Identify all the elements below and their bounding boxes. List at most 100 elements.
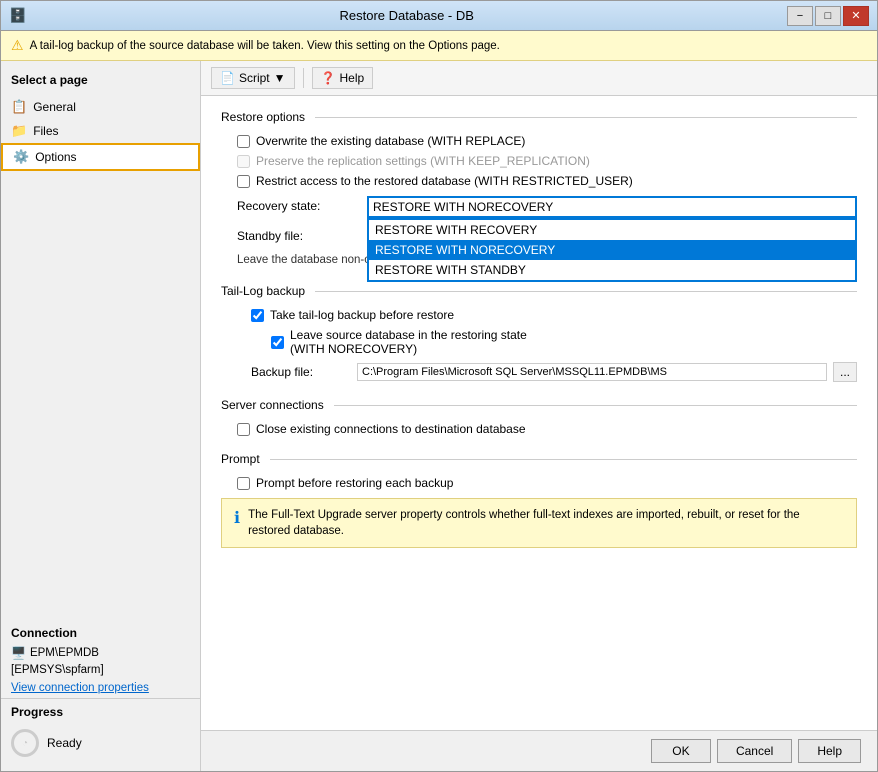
warning-icon: ⚠ bbox=[11, 37, 24, 54]
footer: OK Cancel Help bbox=[201, 730, 877, 771]
toolbar-separator bbox=[303, 68, 304, 88]
prompt-section-header: Prompt bbox=[221, 452, 857, 466]
server-name: EPM\EPMDB bbox=[30, 647, 99, 659]
preserve-option-row: Preserve the replication settings (WITH … bbox=[221, 154, 857, 168]
help-footer-button[interactable]: Help bbox=[798, 739, 861, 763]
maximize-button[interactable]: □ bbox=[815, 6, 841, 26]
recovery-dropdown[interactable]: RESTORE WITH RECOVERY RESTORE WITH NOREC… bbox=[367, 196, 857, 218]
close-connections-row: Close existing connections to destinatio… bbox=[221, 422, 857, 436]
script-label: Script bbox=[239, 71, 270, 85]
prompt-label: Prompt bbox=[221, 452, 270, 466]
warning-bar: ⚠ A tail-log backup of the source databa… bbox=[1, 31, 877, 61]
close-connections-label: Close existing connections to destinatio… bbox=[256, 422, 526, 436]
cancel-button[interactable]: Cancel bbox=[717, 739, 792, 763]
prompt-section: Prompt Prompt before restoring each back… bbox=[221, 452, 857, 548]
restore-options-section: Restore options Overwrite the existing d… bbox=[221, 110, 857, 268]
restrict-checkbox[interactable] bbox=[237, 175, 250, 188]
server-connections-section: Server connections Close existing connec… bbox=[221, 398, 857, 436]
progress-spinner: ◔ bbox=[11, 729, 39, 757]
close-connections-checkbox[interactable] bbox=[237, 423, 250, 436]
prompt-backup-row: Prompt before restoring each backup bbox=[221, 476, 857, 490]
sidebar: Select a page 📋 General 📁 Files ⚙️ Optio… bbox=[1, 61, 201, 771]
recovery-dropdown-wrapper: RESTORE WITH RECOVERY RESTORE WITH NOREC… bbox=[367, 196, 857, 218]
restrict-option-row: Restrict access to the restored database… bbox=[221, 174, 857, 188]
backup-file-input[interactable] bbox=[357, 363, 827, 381]
browse-button[interactable]: ... bbox=[833, 362, 857, 382]
server-icon: 🖥️ bbox=[11, 646, 26, 660]
backup-file-label: Backup file: bbox=[251, 365, 351, 379]
progress-area: ◔ Ready bbox=[1, 723, 200, 763]
help-button[interactable]: ❓ Help bbox=[312, 67, 374, 89]
content-panel: 📄 Script ▼ ❓ Help Restore options bbox=[201, 61, 877, 771]
info-icon: ℹ bbox=[234, 508, 240, 530]
sidebar-nav: 📋 General 📁 Files ⚙️ Options bbox=[1, 95, 200, 171]
prompt-backup-label: Prompt before restoring each backup bbox=[256, 476, 453, 490]
sidebar-files-label: Files bbox=[33, 124, 58, 138]
server-connections-header: Server connections bbox=[221, 398, 857, 412]
close-button[interactable]: ✕ bbox=[843, 6, 869, 26]
overwrite-option-row: Overwrite the existing database (WITH RE… bbox=[221, 134, 857, 148]
taillog-section: Tail-Log backup Take tail-log backup bef… bbox=[221, 284, 857, 382]
backup-file-row: Backup file: ... bbox=[251, 362, 857, 382]
overwrite-label: Overwrite the existing database (WITH RE… bbox=[256, 134, 525, 148]
toolbar: 📄 Script ▼ ❓ Help bbox=[201, 61, 877, 96]
window-controls: − □ ✕ bbox=[787, 6, 869, 26]
sidebar-item-options[interactable]: ⚙️ Options bbox=[1, 143, 200, 171]
sidebar-general-label: General bbox=[33, 100, 76, 114]
connection-user-text: [EPMSYS\spfarm] bbox=[11, 664, 104, 676]
preserve-label: Preserve the replication settings (WITH … bbox=[256, 154, 590, 168]
restore-options-label: Restore options bbox=[221, 110, 315, 124]
window-title: Restore Database - DB bbox=[26, 8, 787, 23]
take-taillog-checkbox[interactable] bbox=[251, 309, 264, 322]
connection-user: [EPMSYS\spfarm] bbox=[1, 662, 200, 678]
ok-button[interactable]: OK bbox=[651, 739, 711, 763]
leave-source-checkbox[interactable] bbox=[271, 336, 284, 349]
restrict-label: Restrict access to the restored database… bbox=[256, 174, 633, 188]
prompt-hr bbox=[270, 459, 857, 460]
restore-options-header: Restore options bbox=[221, 110, 857, 124]
sidebar-item-general[interactable]: 📋 General bbox=[1, 95, 200, 119]
standby-label: Standby file: bbox=[237, 229, 357, 243]
recovery-dropdown-list: RESTORE WITH RECOVERY RESTORE WITH NOREC… bbox=[367, 218, 857, 282]
taillog-hr bbox=[315, 291, 857, 292]
take-backup-row: Take tail-log backup before restore bbox=[221, 308, 857, 322]
info-text: The Full-Text Upgrade server property co… bbox=[248, 507, 844, 539]
restore-options-hr bbox=[315, 117, 857, 118]
sidebar-options-label: Options bbox=[35, 150, 76, 164]
app-icon: 🗄️ bbox=[9, 7, 26, 24]
server-connections-label: Server connections bbox=[221, 398, 334, 412]
help-icon: ❓ bbox=[321, 71, 336, 85]
leave-source-sub: (WITH NORECOVERY) bbox=[290, 342, 417, 356]
dropdown-option-recovery[interactable]: RESTORE WITH RECOVERY bbox=[369, 220, 855, 240]
content-body: Restore options Overwrite the existing d… bbox=[201, 96, 877, 730]
dropdown-option-standby[interactable]: RESTORE WITH STANDBY bbox=[369, 260, 855, 280]
leave-source-row: Leave source database in the restoring s… bbox=[221, 328, 857, 356]
prompt-backup-checkbox[interactable] bbox=[237, 477, 250, 490]
files-icon: 📁 bbox=[11, 123, 27, 139]
main-area: Select a page 📋 General 📁 Files ⚙️ Optio… bbox=[1, 61, 877, 771]
warning-text: A tail-log backup of the source database… bbox=[30, 40, 500, 52]
leave-source-label: Leave source database in the restoring s… bbox=[290, 328, 527, 356]
connection-header: Connection bbox=[1, 620, 200, 644]
progress-header: Progress bbox=[1, 698, 200, 723]
main-window: 🗄️ Restore Database - DB − □ ✕ ⚠ A tail-… bbox=[0, 0, 878, 772]
script-icon: 📄 bbox=[220, 71, 235, 85]
minimize-button[interactable]: − bbox=[787, 6, 813, 26]
sidebar-header: Select a page bbox=[1, 69, 200, 95]
progress-status: Ready bbox=[47, 736, 82, 750]
taillog-label: Tail-Log backup bbox=[221, 284, 315, 298]
general-icon: 📋 bbox=[11, 99, 27, 115]
sidebar-item-files[interactable]: 📁 Files bbox=[1, 119, 200, 143]
connection-server: 🖥️ EPM\EPMDB bbox=[1, 644, 200, 662]
help-label: Help bbox=[339, 71, 364, 85]
recovery-state-row: Recovery state: RESTORE WITH RECOVERY RE… bbox=[237, 196, 857, 218]
dropdown-option-norecovery[interactable]: RESTORE WITH NORECOVERY bbox=[369, 240, 855, 260]
view-connection-link[interactable]: View connection properties bbox=[1, 678, 200, 698]
script-button[interactable]: 📄 Script ▼ bbox=[211, 67, 295, 89]
overwrite-checkbox[interactable] bbox=[237, 135, 250, 148]
recovery-label: Recovery state: bbox=[237, 196, 357, 213]
title-bar: 🗄️ Restore Database - DB − □ ✕ bbox=[1, 1, 877, 31]
info-box: ℹ The Full-Text Upgrade server property … bbox=[221, 498, 857, 548]
take-taillog-label: Take tail-log backup before restore bbox=[270, 308, 454, 322]
script-dropdown-icon: ▼ bbox=[274, 71, 286, 85]
